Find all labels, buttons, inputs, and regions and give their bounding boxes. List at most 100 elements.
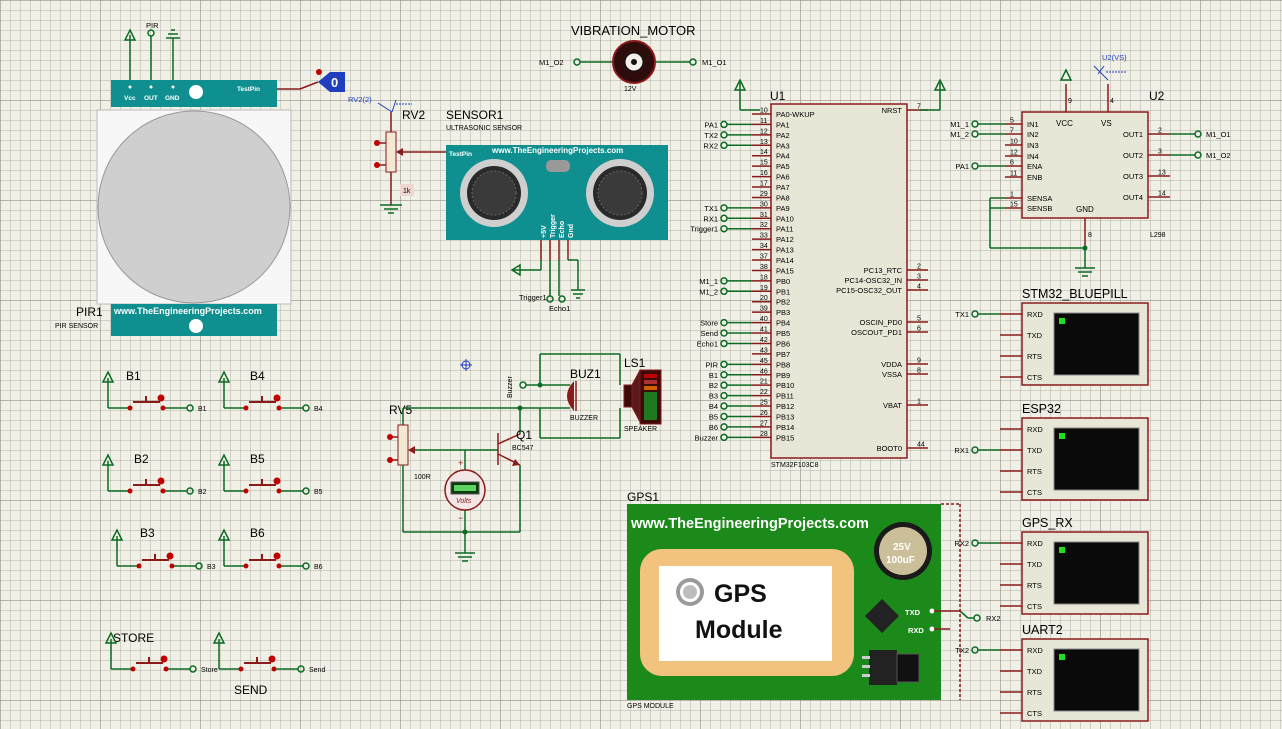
gps-pin-tx: TXD bbox=[905, 608, 921, 617]
buzzer-value: BUZZER bbox=[570, 415, 598, 422]
net-terminal[interactable] bbox=[297, 665, 305, 673]
button-contact bbox=[243, 405, 249, 411]
net-terminal[interactable] bbox=[720, 141, 728, 150]
net-terminal[interactable] bbox=[302, 487, 310, 495]
push-button[interactable]: SEND Send bbox=[212, 631, 325, 697]
u1-pin-number: 30 bbox=[760, 201, 768, 208]
net-terminal[interactable] bbox=[302, 562, 310, 570]
motor-ref: VIBRATION_MOTOR bbox=[571, 23, 695, 38]
net-terminal[interactable] bbox=[195, 562, 203, 570]
net-terminal[interactable] bbox=[189, 665, 197, 673]
net-terminal[interactable] bbox=[186, 487, 194, 495]
u1-pin-name: PA9 bbox=[776, 204, 790, 213]
u2-pin-name: ENA bbox=[1027, 162, 1042, 171]
u1-pin-number: 31 bbox=[760, 212, 768, 219]
virtual-terminal[interactable]: UART2 RXD TXD RTS CTS TX2 bbox=[955, 623, 1149, 722]
net-terminal[interactable] bbox=[720, 360, 728, 369]
net-terminal[interactable] bbox=[720, 277, 728, 285]
buzzer-speaker[interactable]: Buzzer BUZ1 BUZZER LS1 SPEAKER bbox=[507, 353, 662, 439]
svg-text:−: − bbox=[458, 513, 463, 523]
net-terminal[interactable] bbox=[720, 371, 728, 379]
virtual-terminal[interactable]: GPS_RX RXD TXD RTS CTS RX2 bbox=[954, 516, 1149, 615]
q1-value: BC547 bbox=[512, 445, 534, 452]
u2-pin-name: ENB bbox=[1027, 173, 1042, 182]
u1-part: STM32F103C8 bbox=[771, 462, 819, 469]
net-terminal[interactable] bbox=[302, 404, 310, 412]
stm32-chip[interactable]: U1 STM32F103C8 10 PA0-WKUP11 PA1PA112 PA2TX… bbox=[690, 78, 947, 469]
vibration-motor[interactable]: VIBRATION_MOTOR M1_O2 M1_O1 12V bbox=[539, 23, 727, 93]
u1-pin-name: PB2 bbox=[776, 298, 790, 307]
net-terminal[interactable] bbox=[186, 404, 194, 412]
motor-net-right: M1_O1 bbox=[702, 58, 727, 67]
net-terminal[interactable] bbox=[720, 391, 728, 400]
u2-pin-number: 11 bbox=[1010, 171, 1017, 178]
terminal-screen bbox=[1053, 312, 1140, 376]
net-terminal[interactable] bbox=[720, 287, 728, 296]
virtual-terminal[interactable]: STM32_BLUEPILL RXD TXD RTS CTS TX1 bbox=[955, 287, 1149, 386]
net-terminal[interactable] bbox=[971, 130, 979, 138]
net-terminal[interactable] bbox=[720, 318, 728, 327]
u1-pin-number: 33 bbox=[760, 233, 768, 240]
terminal-net-label: RX1 bbox=[954, 446, 969, 455]
net-terminal[interactable] bbox=[720, 381, 728, 389]
net-terminal[interactable] bbox=[971, 646, 979, 654]
net-terminal[interactable] bbox=[720, 412, 728, 421]
net-terminal[interactable] bbox=[971, 120, 979, 128]
net-terminal[interactable] bbox=[720, 120, 728, 129]
push-button[interactable]: B3 B3 bbox=[110, 526, 216, 571]
u1-pin-number: 29 bbox=[760, 191, 768, 198]
terminal-pir[interactable] bbox=[147, 29, 155, 37]
net-terminal[interactable] bbox=[720, 204, 728, 212]
u1-pin-name: PA5 bbox=[776, 162, 790, 171]
logic-probe-value: 0 bbox=[331, 75, 338, 90]
gps-ref: GPS1 bbox=[627, 490, 659, 504]
u2-vcc-label: VCC bbox=[1056, 119, 1073, 128]
net-terminal[interactable] bbox=[720, 433, 728, 442]
net-terminal[interactable] bbox=[720, 224, 728, 233]
push-button[interactable]: B2 B2 bbox=[101, 452, 207, 496]
u2-pin-number: 3 bbox=[1158, 149, 1162, 156]
u1-pin-name: PA14 bbox=[776, 256, 794, 265]
push-button[interactable]: STORE Store bbox=[104, 631, 218, 674]
terminal-pin-name: CTS bbox=[1027, 709, 1042, 718]
button-contact bbox=[276, 405, 282, 411]
net-terminal[interactable] bbox=[1194, 130, 1202, 138]
u1-pin-number: 2 bbox=[917, 264, 921, 271]
button-ref: B1 bbox=[126, 369, 141, 383]
u1-pin-number: 20 bbox=[760, 295, 768, 302]
net-terminal[interactable] bbox=[720, 402, 728, 410]
pir-sensor[interactable]: PIR Vcc OUT GND TestPin www.TheEngineeri… bbox=[55, 21, 345, 336]
ultrasonic-sensor[interactable]: SENSOR1 ULTRASONIC SENSOR TestPin www.Th… bbox=[446, 108, 668, 313]
button-contact bbox=[160, 488, 166, 494]
gps-module[interactable]: GPS1 www.TheEngineeringProjects.com GPS … bbox=[627, 490, 1001, 710]
net-terminal[interactable] bbox=[971, 539, 979, 547]
l298-driver[interactable]: U2 L298 VCC VS 9 4 U2(VS) GND 8 5 IN1 M1_1… bbox=[950, 53, 1231, 277]
net-terminal[interactable] bbox=[720, 339, 728, 348]
net-terminal[interactable] bbox=[971, 162, 979, 170]
u1-pin-number: 28 bbox=[760, 431, 768, 438]
speaker-value: SPEAKER bbox=[624, 426, 657, 433]
rv5-transistor-circuit[interactable]: RV5 100R Q1 BC547 Volts + − bbox=[387, 403, 540, 562]
net-terminal[interactable] bbox=[720, 214, 728, 223]
net-terminal[interactable] bbox=[720, 329, 728, 337]
u1-pin-number: 11 bbox=[760, 118, 767, 125]
button-knob bbox=[157, 477, 165, 485]
push-button[interactable]: B1 B1 bbox=[101, 369, 207, 413]
button-net-label: B2 bbox=[198, 489, 207, 496]
net-terminal[interactable] bbox=[1194, 151, 1202, 159]
push-button[interactable]: B6 B6 bbox=[217, 526, 323, 571]
u1-pin-name: VSSA bbox=[882, 370, 902, 379]
pir-pin-vcc: Vcc bbox=[124, 95, 136, 102]
button-ref: B3 bbox=[140, 526, 155, 540]
push-button[interactable]: B5 B5 bbox=[217, 452, 323, 496]
net-terminal[interactable] bbox=[720, 131, 728, 139]
u1-pin-name: PB4 bbox=[776, 319, 790, 328]
rv2-potentiometer[interactable]: RV2(2) RV2 1k bbox=[348, 95, 446, 214]
button-contact bbox=[127, 405, 133, 411]
net-terminal[interactable] bbox=[971, 446, 979, 454]
u2-pin-number: 12 bbox=[1010, 150, 1018, 157]
virtual-terminal[interactable]: ESP32 RXD TXD RTS CTS RX1 bbox=[954, 402, 1149, 501]
net-terminal[interactable] bbox=[720, 423, 728, 431]
net-terminal[interactable] bbox=[971, 310, 979, 318]
push-button[interactable]: B4 B4 bbox=[217, 369, 323, 413]
